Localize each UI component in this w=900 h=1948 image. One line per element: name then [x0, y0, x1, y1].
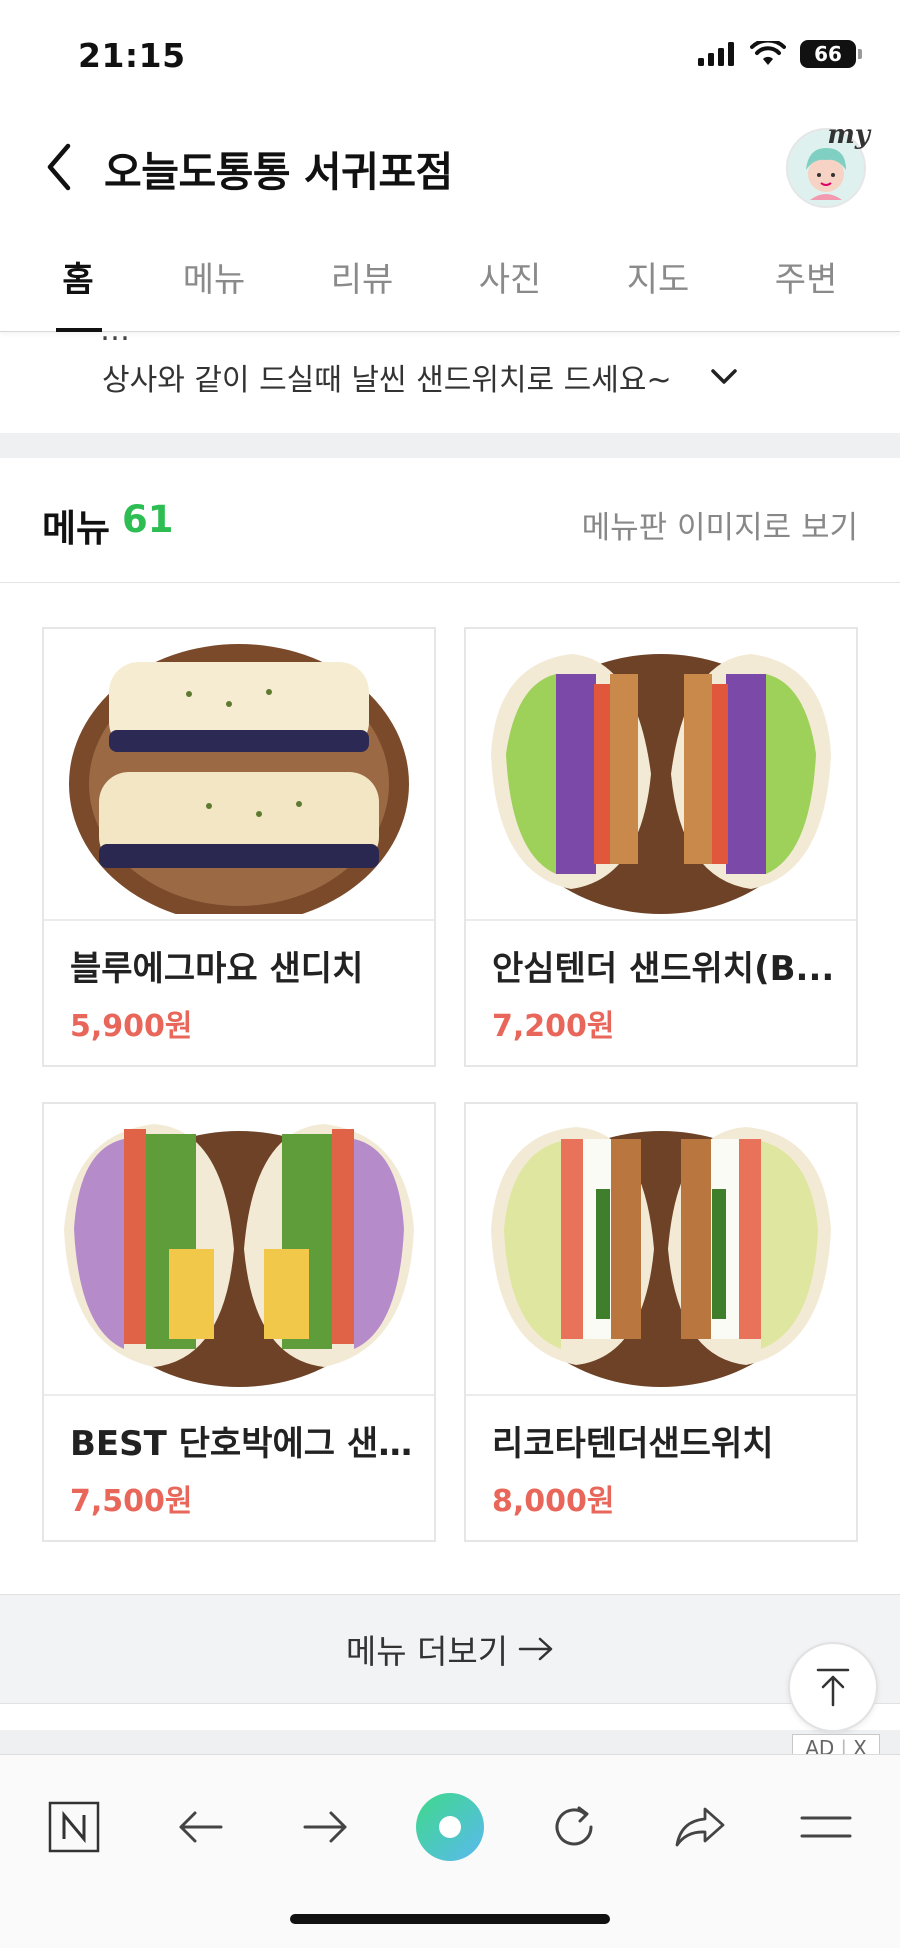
menu-item-name: 안심텐더 샌드위치(B... [492, 949, 835, 989]
avatar[interactable]: my [786, 120, 870, 208]
naver-home-button[interactable] [34, 1787, 114, 1867]
signal-icon [698, 42, 734, 66]
share-icon [675, 1807, 725, 1847]
chevron-left-icon [47, 143, 71, 191]
menu-section-header: 메뉴 61 메뉴판 이미지로 보기 [0, 458, 900, 583]
tab-active-indicator [56, 328, 102, 332]
forward-arrow-icon [303, 1811, 347, 1843]
browser-back-button[interactable] [160, 1787, 240, 1867]
sandwich-photo [491, 654, 831, 914]
naver-n-icon [48, 1801, 100, 1853]
menu-item-price: 5,900원 [70, 1009, 193, 1044]
tab-map[interactable]: 지도 [598, 252, 718, 301]
menu-item-price: 7,200원 [492, 1009, 615, 1044]
menu-item-photo [44, 629, 434, 921]
status-time: 21:15 [78, 36, 186, 75]
menu-item-name: BEST 단호박에그 샌... [70, 1424, 415, 1464]
battery-level: 66 [814, 42, 842, 66]
menu-item-price: 7,500원 [70, 1484, 193, 1519]
avatar-my-label: my [827, 120, 870, 150]
back-button[interactable] [34, 132, 84, 202]
menu-count: 61 [122, 498, 174, 541]
tab-menu[interactable]: 메뉴 [154, 252, 274, 301]
menu-item-name: 리코타텐더샌드위치 [492, 1424, 774, 1464]
tab-bar: 홈 메뉴 리뷰 사진 지도 주변 [0, 230, 900, 332]
scroll-to-top-button[interactable] [788, 1642, 878, 1732]
tab-home[interactable]: 홈 [18, 252, 138, 301]
back-arrow-icon [179, 1811, 223, 1843]
sandwich-photo [491, 1127, 831, 1387]
menu-card[interactable]: BEST 단호박에그 샌... 7,500원 [42, 1102, 436, 1542]
tab-photo[interactable]: 사진 [450, 252, 570, 301]
green-dot-icon [416, 1793, 484, 1861]
menu-card[interactable]: 리코타텐더샌드위치 8,000원 [464, 1102, 858, 1542]
wifi-icon [750, 41, 786, 65]
menu-item-price: 8,000원 [492, 1484, 615, 1519]
arrow-up-icon [816, 1668, 850, 1707]
menu-item-name: 블루에그마요 샌디치 [70, 949, 364, 989]
menu-item-photo [44, 1104, 434, 1396]
menu-more-button[interactable]: 메뉴 더보기 [0, 1594, 900, 1704]
header: 오늘도통통 서귀포점 my [0, 110, 900, 220]
sandwich-photo [69, 644, 409, 914]
status-bar: 21:15 66 [0, 0, 900, 110]
battery-icon: 66 [800, 40, 862, 68]
page-title: 오늘도통통 서귀포점 [104, 148, 453, 196]
menu-item-photo [466, 629, 856, 921]
menu-image-link[interactable]: 메뉴판 이미지로 보기 [582, 502, 858, 547]
green-dot-button[interactable] [410, 1787, 490, 1867]
refresh-icon [555, 1806, 593, 1846]
menu-section-title: 메뉴 [42, 507, 111, 550]
browser-toolbar [0, 1754, 900, 1948]
sandwich-photo [64, 1124, 414, 1387]
chevron-down-icon [711, 369, 737, 384]
menu-item-photo [466, 1104, 856, 1396]
section-divider [0, 1730, 900, 1754]
tab-nearby[interactable]: 주변 [746, 252, 866, 301]
status-icons: 66 [698, 40, 862, 68]
store-intro: … 상사와 같이 드실때 날씬 샌드위치로 드세요~ [0, 333, 900, 433]
menu-icon [800, 1816, 852, 1838]
arrow-right-icon [518, 1637, 553, 1661]
share-button[interactable] [660, 1787, 740, 1867]
browser-forward-button[interactable] [286, 1787, 366, 1867]
section-divider [0, 433, 900, 458]
home-indicator[interactable] [290, 1914, 610, 1924]
refresh-button[interactable] [534, 1787, 614, 1867]
menu-card[interactable]: 안심텐더 샌드위치(B... 7,200원 [464, 627, 858, 1067]
menu-card[interactable]: 블루에그마요 샌디치 5,900원 [42, 627, 436, 1067]
menu-more-label: 메뉴 더보기 [345, 1632, 509, 1671]
menu-button[interactable] [786, 1787, 866, 1867]
intro-cut-line: … [100, 333, 130, 348]
expand-button[interactable] [704, 357, 744, 397]
tab-review[interactable]: 리뷰 [302, 252, 422, 301]
intro-text: 상사와 같이 드실때 날씬 샌드위치로 드세요~ [102, 363, 672, 398]
